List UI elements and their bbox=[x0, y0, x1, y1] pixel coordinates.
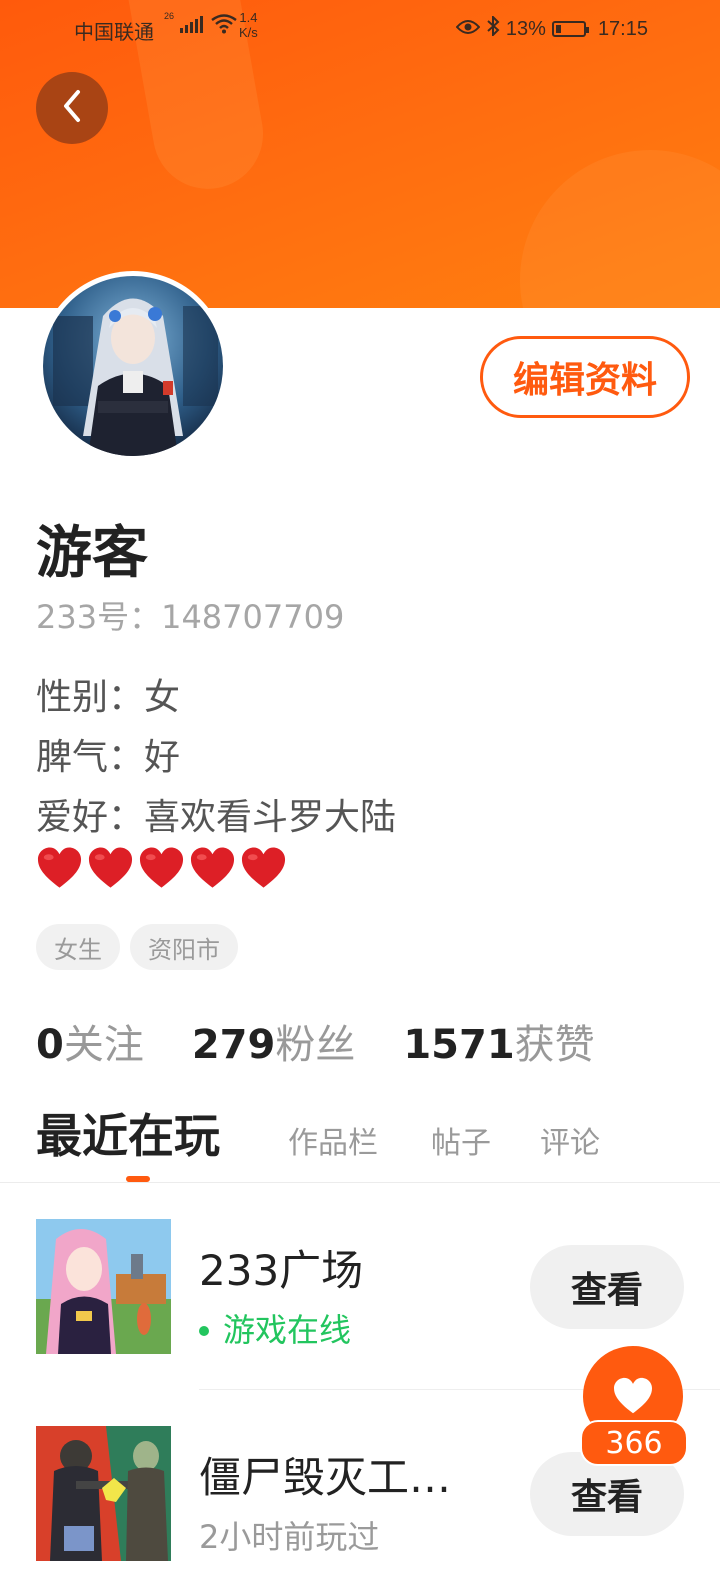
username: 游客 bbox=[36, 521, 148, 586]
signal-group: 26 bbox=[164, 11, 237, 40]
stat-value: 279 bbox=[191, 1022, 276, 1068]
heart-icon bbox=[88, 847, 133, 888]
clock: 17:15 bbox=[597, 17, 648, 40]
bio: 性别：女 脾气：好 爱好：喜欢看斗罗大陆 bbox=[36, 668, 396, 848]
tab-comments[interactable]: 评论 bbox=[540, 1118, 600, 1162]
stat-following[interactable]: 0关注 bbox=[36, 1012, 144, 1070]
eye-icon bbox=[455, 18, 481, 41]
tag-location: 资阳市 bbox=[130, 924, 238, 970]
stats-row: 0关注 279粉丝 1571获赞 bbox=[36, 1012, 595, 1070]
game-title: 233广场 bbox=[199, 1246, 364, 1295]
net-speed-value: 1.4 bbox=[239, 10, 258, 25]
back-button[interactable] bbox=[36, 72, 108, 144]
tab-recently-played[interactable]: 最近在玩 bbox=[36, 1100, 220, 1166]
bio-line: 脾气：好 bbox=[36, 737, 181, 778]
signal-icon: 26 bbox=[164, 11, 203, 39]
game-status: 游戏在线 bbox=[199, 1305, 351, 1351]
like-button[interactable]: 366 bbox=[580, 1344, 690, 1472]
status-right-group: 13% 17:15 bbox=[455, 14, 648, 42]
user-id: 233号：148707709 bbox=[36, 598, 345, 636]
battery-percent: 13% bbox=[505, 17, 546, 40]
game-status-text: 游戏在线 bbox=[223, 1311, 352, 1349]
stat-label: 粉丝 bbox=[275, 1022, 356, 1068]
bio-line: 性别：女 bbox=[36, 677, 181, 718]
net-speed: 1.4 K/s bbox=[239, 10, 258, 40]
view-button[interactable]: 查看 bbox=[530, 1245, 684, 1329]
heart-icon bbox=[241, 847, 286, 888]
profile-header-banner: 中国联通 26 1.4 K/s 13% 17:15 bbox=[0, 0, 720, 308]
game-thumbnail bbox=[36, 1426, 171, 1561]
game-title: 僵尸毁灭工… bbox=[199, 1453, 452, 1502]
profile-tags: 女生 资阳市 bbox=[36, 924, 238, 970]
bio-hearts bbox=[36, 846, 287, 890]
list-item[interactable]: 233广场 游戏在线 查看 bbox=[0, 1183, 720, 1363]
status-bar: 中国联通 26 1.4 K/s 13% 17:15 bbox=[0, 0, 720, 56]
stat-value: 1571 bbox=[403, 1022, 515, 1068]
game-thumbnail bbox=[36, 1219, 171, 1354]
tab-posts[interactable]: 帖子 bbox=[431, 1118, 491, 1162]
stat-followers[interactable]: 279粉丝 bbox=[192, 1012, 356, 1070]
banner-decoration bbox=[520, 150, 720, 308]
tab-works[interactable]: 作品栏 bbox=[288, 1118, 378, 1162]
profile-tabs: 最近在玩 作品栏 帖子 评论 bbox=[36, 1102, 686, 1182]
tag-gender: 女生 bbox=[36, 924, 120, 970]
stat-label: 获赞 bbox=[514, 1022, 595, 1068]
online-dot-icon bbox=[199, 1326, 209, 1336]
heart-icon bbox=[37, 847, 82, 888]
net-speed-unit: K/s bbox=[239, 25, 258, 40]
stat-likes[interactable]: 1571获赞 bbox=[403, 1012, 594, 1070]
like-count: 366 bbox=[580, 1420, 688, 1466]
edit-profile-button[interactable]: 编辑资料 bbox=[480, 336, 690, 418]
heart-icon bbox=[614, 1377, 652, 1414]
game-status: 2小时前玩过 bbox=[199, 1518, 380, 1556]
wifi-icon bbox=[210, 14, 237, 40]
stat-label: 关注 bbox=[63, 1022, 144, 1068]
stat-value: 0 bbox=[36, 1022, 64, 1068]
heart-icon bbox=[139, 847, 184, 888]
bluetooth-icon bbox=[486, 14, 500, 42]
network-badge: 26 bbox=[164, 11, 175, 21]
carrier-label: 中国联通 bbox=[74, 22, 154, 44]
chevron-left-icon bbox=[58, 86, 86, 130]
bio-line: 爱好：喜欢看斗罗大陆 bbox=[36, 797, 397, 838]
battery-icon bbox=[551, 21, 589, 37]
heart-icon bbox=[190, 847, 235, 888]
avatar-image bbox=[43, 276, 223, 456]
avatar[interactable] bbox=[38, 271, 228, 461]
